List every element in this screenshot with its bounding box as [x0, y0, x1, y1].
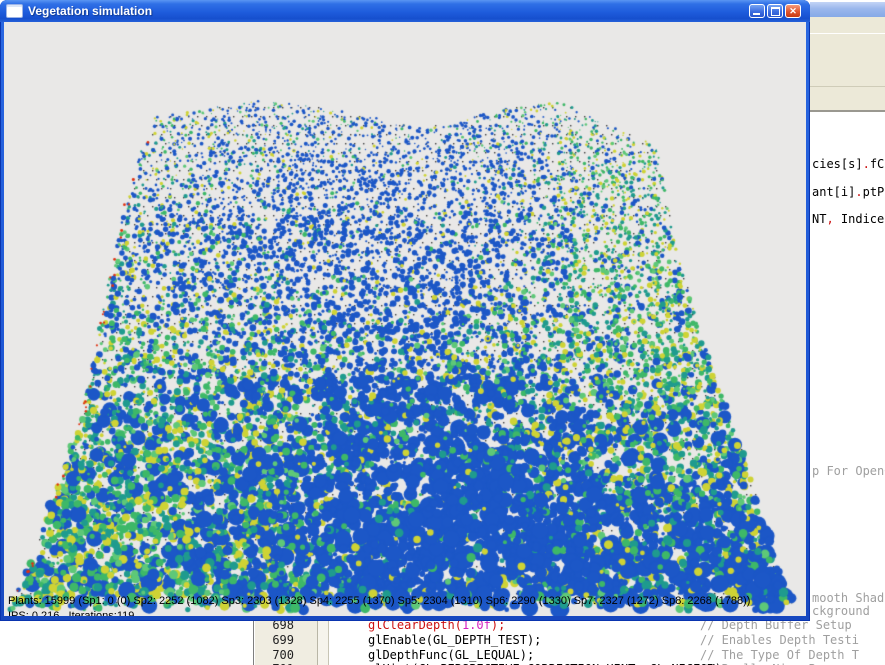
minimize-button[interactable]: [749, 4, 765, 18]
code-fragment: cies[s].fCo: [812, 157, 885, 171]
ips-status-text: IPS: 0.216 Iterations:119: [8, 610, 134, 616]
simulation-viewport[interactable]: Plants: 15999 (Sp1: 0 (0) Sp2: 2252 (108…: [4, 22, 806, 616]
comment-fragment: mooth Shadi: [812, 591, 885, 605]
line-number: 699: [250, 633, 294, 647]
background-window-titlebar[interactable]: [810, 2, 885, 17]
comment-fragment: ckground: [812, 604, 870, 618]
window-title: Vegetation simulation: [28, 4, 152, 18]
vegetation-simulation-window: Vegetation simulation ✕ Plants: 15999 (S…: [0, 0, 810, 621]
gutter-fold-margin: [317, 621, 329, 665]
close-icon: ✕: [789, 6, 797, 16]
comment-fragment: p For OpenG: [812, 464, 885, 478]
code-comment: // The Type Of Depth T: [700, 648, 859, 662]
code-line[interactable]: glDepthFunc(GL_LEQUAL);: [368, 648, 534, 662]
code-comment: // Enables Depth Testi: [700, 633, 859, 647]
desktop-screen: cies[s].fCo ant[i].ptPo NT, Indices p Fo…: [0, 0, 885, 665]
simulation-canvas[interactable]: [4, 22, 806, 616]
maximize-icon: [771, 7, 780, 16]
application-icon: [6, 4, 23, 18]
background-window-toolbar: [810, 17, 885, 112]
toolbar-divider-light: [810, 33, 885, 34]
window-titlebar[interactable]: Vegetation simulation ✕: [0, 0, 810, 22]
minimize-icon: [753, 13, 760, 15]
code-line[interactable]: glEnable(GL_DEPTH_TEST);: [368, 633, 541, 647]
code-fragment: NT, Indices: [812, 212, 885, 226]
maximize-button[interactable]: [767, 4, 783, 18]
code-fragment: ant[i].ptPo: [812, 185, 885, 199]
line-number: 700: [250, 648, 294, 662]
close-button[interactable]: ✕: [785, 4, 801, 18]
plants-status-text: Plants: 15999 (Sp1: 0 (0) Sp2: 2252 (108…: [8, 595, 750, 607]
toolbar-divider-dark: [810, 86, 885, 87]
